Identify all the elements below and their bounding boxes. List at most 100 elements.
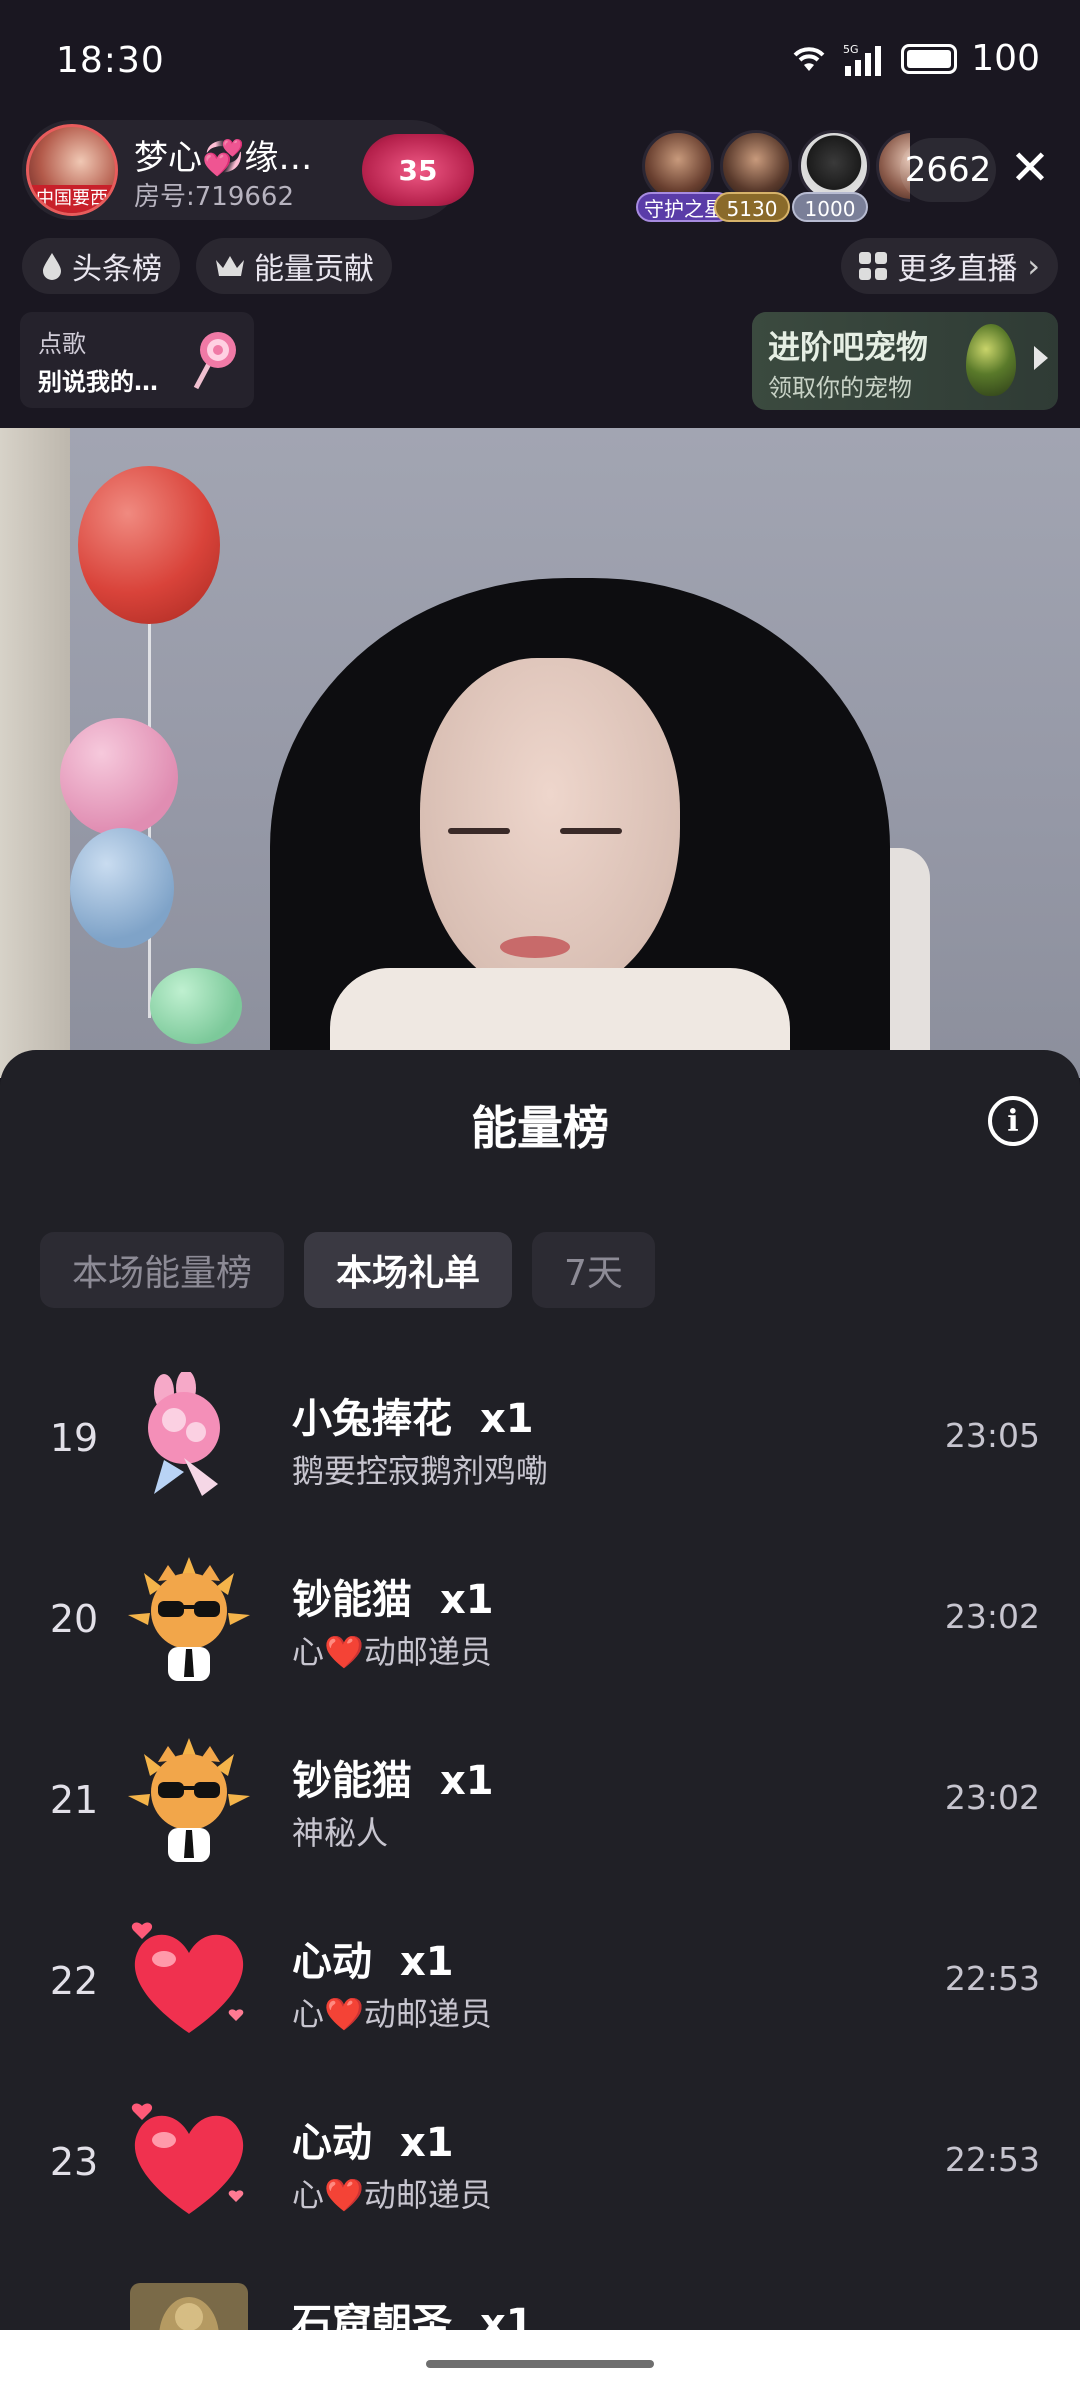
gift-name-text: 心动	[292, 2120, 372, 2166]
gift-name: 心动 x1	[292, 2110, 454, 2168]
pink-balloon	[60, 718, 178, 836]
red-balloon	[78, 466, 220, 624]
more-live-button[interactable]: 更多直播 ›	[841, 238, 1058, 294]
grid-icon	[859, 252, 888, 280]
gift-time: 23:05	[944, 1416, 1040, 1455]
gift-time: 23:02	[944, 1778, 1040, 1817]
song-request-label: 点歌	[38, 330, 86, 358]
chevron-right-icon: ›	[1027, 247, 1040, 285]
status-icons: 5G 100	[789, 38, 1040, 79]
wifi-icon	[793, 46, 825, 71]
viewer-avatar[interactable]: 1000	[792, 126, 876, 222]
sheet-title: 能量榜	[471, 1101, 609, 1155]
viewer-avatar[interactable]: 守护之星	[636, 126, 732, 222]
home-indicator[interactable]	[426, 2360, 654, 2368]
viewer-count[interactable]: 2662	[900, 138, 996, 202]
lips	[500, 936, 570, 958]
svg-text:5G: 5G	[843, 43, 859, 56]
drop-icon	[43, 253, 61, 280]
status-time: 18:30	[56, 40, 165, 81]
gift-name-text: 心动	[292, 1939, 372, 1985]
lollipop-icon	[193, 332, 236, 390]
energy-contribution-button[interactable]: 能量贡献	[196, 238, 392, 294]
video-wall	[0, 428, 70, 1078]
sender-name: 心❤️动邮递员	[292, 1633, 492, 1671]
list-item[interactable]: 19 小兔捧花 x1 鹅要控寂鹅剂鸡嘞 23:05	[0, 1352, 1080, 1533]
gift-quantity: x1	[439, 1758, 494, 1804]
list-item[interactable]: 20 钞能猫 x1 心❤️动邮递员 23:02	[0, 1533, 1080, 1714]
list-item[interactable]: 21 钞能猫 x1 神秘人 23:02	[0, 1714, 1080, 1895]
host-level-value: 35	[398, 153, 438, 187]
heart-icon	[131, 1922, 244, 2033]
rank-number: 21	[49, 1778, 99, 1822]
sender-name: 心❤️动邮递员	[292, 1995, 492, 2033]
rank-number: 19	[49, 1416, 99, 1460]
headline-rank-label: 头条榜	[72, 252, 162, 287]
crown-icon	[216, 256, 244, 276]
viewer-avatar[interactable]: 5130	[714, 126, 798, 222]
gift-name-text: 钞能猫	[292, 1577, 412, 1623]
energy-contribution-label: 能量贡献	[254, 252, 374, 287]
navigation-bar	[0, 2330, 1080, 2400]
live-header: 18:30 5G 100 中国要西 梦心💞缘… 房号:719662 35 守护之…	[0, 0, 1080, 428]
sheet-tabs: 本场能量榜 本场礼单 7天	[40, 1232, 655, 1308]
gift-quantity: x1	[479, 1396, 534, 1442]
gift-name-text: 钞能猫	[292, 1758, 412, 1804]
rank-number: 22	[49, 1959, 99, 2003]
money-cat-icon	[128, 1738, 250, 1862]
tab-session-gifts[interactable]: 本场礼单	[304, 1232, 513, 1308]
top-viewers: 守护之星 5130 1000	[636, 126, 910, 222]
viewer-tag: 5130	[714, 192, 790, 222]
host-avatar-badge: 中国要西	[29, 185, 115, 213]
energy-rank-sheet: 能量榜 i 本场能量榜 本场礼单 7天 19 小兔捧花 x1 鹅要控寂鹅剂鸡嘞	[0, 1050, 1080, 2400]
more-live-label: 更多直播	[897, 252, 1018, 287]
money-cat-icon	[128, 1557, 250, 1681]
host-name: 梦心💞缘…	[134, 138, 313, 178]
green-balloon	[150, 968, 242, 1044]
gift-name: 钞能猫 x1	[292, 1567, 494, 1625]
rank-number: 23	[49, 2140, 99, 2184]
signal-5g-icon: 5G	[843, 43, 882, 76]
heart-icon	[131, 2103, 244, 2214]
play-arrow-icon	[1034, 346, 1048, 370]
host-info[interactable]: 中国要西 梦心💞缘… 房号:719662 35	[22, 120, 474, 220]
gift-time: 22:53	[944, 1959, 1040, 1998]
tab-session-energy[interactable]: 本场能量榜	[40, 1232, 285, 1308]
list-item[interactable]: 22 心动 x1 心❤️动邮递员 22:53	[0, 1895, 1080, 2076]
gift-quantity: x1	[399, 2120, 454, 2166]
gift-name-text: 小兔捧花	[292, 1396, 452, 1442]
battery-level: 100	[971, 38, 1040, 79]
close-icon[interactable]: ✕	[1002, 140, 1058, 196]
gift-name: 心动 x1	[292, 1929, 454, 1987]
viewer-tag: 1000	[792, 192, 868, 222]
headline-rank-button[interactable]: 头条榜	[22, 238, 180, 294]
pet-banner[interactable]: 进阶吧宠物 领取你的宠物	[752, 312, 1058, 410]
viewer-count-value: 2662	[904, 150, 992, 190]
live-video[interactable]	[0, 428, 1080, 1078]
gift-quantity: x1	[399, 1939, 454, 1985]
gift-time: 22:53	[944, 2140, 1040, 2179]
tab-7-days[interactable]: 7天	[532, 1232, 655, 1308]
song-title: 别说我的…	[38, 368, 158, 396]
gift-name: 钞能猫 x1	[292, 1748, 494, 1806]
pet-egg-icon	[966, 324, 1016, 396]
sender-name: 神秘人	[292, 1814, 389, 1852]
list-item[interactable]: 23 心动 x1 心❤️动邮递员 22:53	[0, 2076, 1080, 2257]
status-bar: 18:30 5G 100	[0, 0, 1080, 120]
pet-banner-title: 进阶吧宠物	[768, 328, 929, 366]
host-room-number: 房号:719662	[134, 182, 295, 212]
rank-chips: 头条榜 能量贡献	[22, 238, 392, 294]
sender-name: 心❤️动邮递员	[292, 2176, 492, 2214]
host-avatar[interactable]: 中国要西	[26, 124, 118, 216]
bunny-bouquet-icon	[148, 1372, 220, 1496]
pet-banner-subtitle: 领取你的宠物	[768, 374, 912, 402]
gift-name: 小兔捧花 x1	[292, 1386, 534, 1444]
song-request[interactable]: 点歌 别说我的…	[20, 312, 254, 408]
gift-list[interactable]: 19 小兔捧花 x1 鹅要控寂鹅剂鸡嘞 23:05 20 钞能猫 x1 心❤️动…	[0, 1352, 1080, 2352]
blue-balloon	[70, 828, 174, 948]
eye	[448, 828, 510, 834]
gift-quantity: x1	[439, 1577, 494, 1623]
battery-icon	[901, 43, 958, 74]
info-icon[interactable]: i	[988, 1096, 1038, 1146]
host-level-badge[interactable]: 35	[362, 134, 474, 206]
